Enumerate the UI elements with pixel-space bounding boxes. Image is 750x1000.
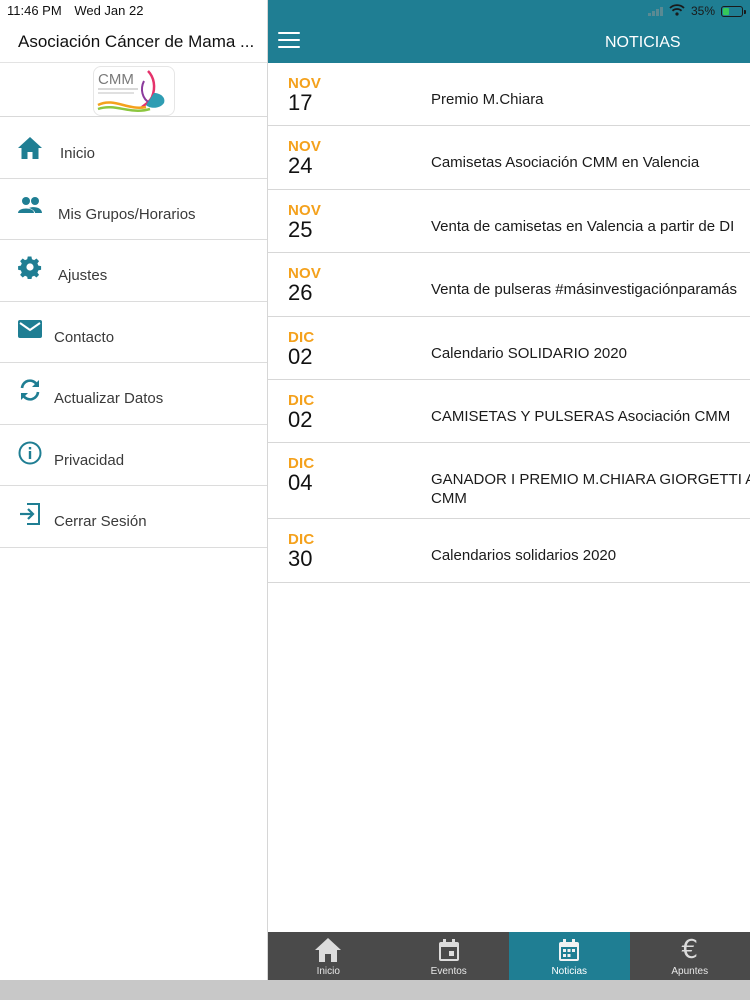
menu-item-label: Ajustes bbox=[58, 267, 108, 284]
gear-icon bbox=[17, 254, 43, 280]
news-day: 30 bbox=[288, 546, 313, 572]
status-time: 11:46 PM bbox=[7, 3, 62, 18]
news-day: 02 bbox=[288, 406, 313, 432]
status-bar-left: 11:46 PM Wed Jan 22 bbox=[7, 3, 143, 18]
hamburger-menu-icon[interactable] bbox=[278, 32, 300, 50]
refresh-icon bbox=[17, 377, 43, 403]
mail-icon bbox=[17, 316, 43, 342]
side-drawer: 11:46 PM Wed Jan 22 Asociación Cáncer de… bbox=[0, 0, 268, 980]
news-day: 17 bbox=[288, 90, 313, 115]
news-title: CAMISETAS Y PULSERAS Asociación CMM bbox=[431, 407, 731, 425]
app-logo: CMM bbox=[93, 66, 175, 116]
news-row[interactable]: NOV 26 Venta de pulseras #másinvestigaci… bbox=[268, 253, 750, 317]
calendar-icon bbox=[434, 936, 464, 964]
news-day: 04 bbox=[288, 470, 313, 496]
menu-item-label: Contacto bbox=[54, 328, 115, 346]
menu-item-label: Cerrar Sesión bbox=[54, 513, 147, 530]
euro-icon: € bbox=[681, 935, 699, 965]
menu-item-privacidad[interactable]: Privacidad bbox=[0, 425, 267, 486]
logo-text: CMM bbox=[98, 71, 134, 88]
home-icon bbox=[313, 936, 343, 964]
tab-label: Noticias bbox=[551, 966, 588, 977]
news-row[interactable]: NOV 17 Premio M.Chiara bbox=[268, 63, 750, 127]
news-row[interactable]: NOV 25 Venta de camisetas en Valencia a … bbox=[268, 189, 750, 254]
people-icon bbox=[17, 193, 43, 219]
tab-apuntes[interactable]: € Apuntes bbox=[630, 932, 750, 980]
news-row[interactable]: DIC 02 Calendario SOLIDARIO 2020 bbox=[268, 316, 750, 380]
info-icon bbox=[17, 440, 43, 466]
news-day: 02 bbox=[288, 343, 313, 369]
tab-label: Apuntes bbox=[671, 966, 709, 977]
menu-item-cerrar-sesion[interactable]: Cerrar Sesión bbox=[0, 486, 267, 548]
battery-icon bbox=[721, 5, 747, 17]
page-title: NOTICIAS bbox=[605, 34, 681, 51]
drawer-menu: Inicio Mis Grupos/Horarios Ajustes Conta… bbox=[0, 117, 267, 548]
news-title: Calendario SOLIDARIO 2020 bbox=[431, 344, 627, 362]
news-list: NOV 17 Premio M.Chiara NOV 24 Camisetas … bbox=[268, 63, 750, 583]
news-row[interactable]: DIC 02 CAMISETAS Y PULSERAS Asociación C… bbox=[268, 379, 750, 444]
menu-item-label: Actualizar Datos bbox=[54, 390, 164, 407]
status-bar-right: 35% bbox=[648, 3, 747, 19]
tab-noticias[interactable]: Noticias bbox=[509, 932, 630, 980]
logout-icon bbox=[17, 501, 43, 527]
calendar-icon bbox=[554, 936, 584, 964]
wifi-icon bbox=[669, 3, 685, 19]
menu-item-label: Mis Grupos/Horarios bbox=[58, 205, 196, 223]
news-title: Venta de camisetas en Valencia a partir … bbox=[431, 217, 735, 235]
status-date: Wed Jan 22 bbox=[74, 3, 144, 18]
menu-item-ajustes[interactable]: Ajustes bbox=[0, 240, 267, 302]
news-row[interactable]: DIC 04 GANADOR I PREMIO M.CHIARA GIORGET… bbox=[268, 443, 750, 520]
app-screen: 11:46 PM Wed Jan 22 Asociación Cáncer de… bbox=[0, 0, 750, 1000]
menu-item-label: Inicio bbox=[60, 145, 96, 162]
news-row[interactable]: NOV 24 Camisetas Asociación CMM en Valen… bbox=[268, 126, 750, 190]
cellular-signal-icon bbox=[648, 6, 663, 16]
bottom-tab-bar: Inicio Eventos Noticias € Apuntes bbox=[268, 932, 750, 980]
tab-inicio[interactable]: Inicio bbox=[268, 932, 389, 980]
app-title: Asociación Cáncer de Mama ... bbox=[18, 32, 255, 51]
logo-row: CMM bbox=[0, 62, 267, 117]
news-day: 25 bbox=[288, 216, 313, 242]
news-title: GANADOR I PREMIO M.CHIARA GIORGETTI A CM… bbox=[431, 471, 750, 508]
news-day: 26 bbox=[288, 280, 313, 306]
news-row[interactable]: DIC 30 Calendarios solidarios 2020 bbox=[268, 519, 750, 583]
tab-label: Inicio bbox=[316, 966, 340, 977]
menu-item-mis-grupos[interactable]: Mis Grupos/Horarios bbox=[0, 179, 267, 240]
news-title: Calendarios solidarios 2020 bbox=[431, 547, 617, 565]
tab-label: Eventos bbox=[430, 966, 467, 977]
top-app-bar: NOTICIAS 35% bbox=[268, 0, 750, 63]
menu-item-contacto[interactable]: Contacto bbox=[0, 302, 267, 363]
news-title: Venta de pulseras #másinvestigaciónparam… bbox=[431, 281, 738, 299]
menu-item-label: Privacidad bbox=[54, 451, 125, 469]
news-title: Premio M.Chiara bbox=[431, 91, 544, 108]
home-icon bbox=[17, 135, 43, 161]
news-day: 24 bbox=[288, 153, 313, 179]
tab-eventos[interactable]: Eventos bbox=[389, 932, 510, 980]
menu-item-inicio[interactable]: Inicio bbox=[0, 117, 267, 179]
bottom-band bbox=[0, 980, 750, 1000]
news-title: Camisetas Asociación CMM en Valencia bbox=[431, 154, 700, 172]
battery-percent: 35% bbox=[691, 4, 716, 18]
menu-item-actualizar-datos[interactable]: Actualizar Datos bbox=[0, 363, 267, 425]
